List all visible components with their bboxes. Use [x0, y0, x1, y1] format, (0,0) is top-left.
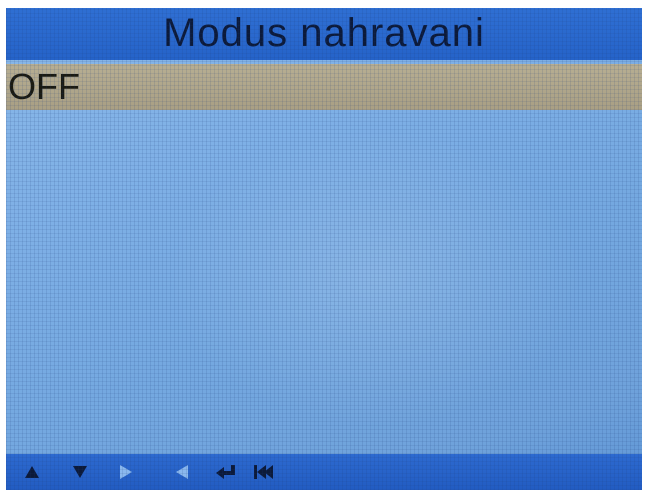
up-arrow-icon[interactable]	[20, 462, 44, 482]
screen-glare	[166, 128, 586, 428]
title-bar: Modus nahravani	[6, 8, 642, 60]
lcd-screen: Modus nahravani OFF	[6, 8, 642, 490]
left-arrow-icon[interactable]	[170, 462, 194, 482]
enter-icon[interactable]	[214, 462, 238, 482]
screen-title: Modus nahravani	[163, 10, 485, 55]
back-to-start-icon[interactable]	[252, 462, 276, 482]
navigation-bar	[6, 454, 642, 490]
menu-item-off[interactable]: OFF	[6, 64, 642, 110]
menu-item-label: OFF	[8, 66, 80, 107]
right-arrow-icon[interactable]	[114, 462, 138, 482]
down-arrow-icon[interactable]	[68, 462, 92, 482]
